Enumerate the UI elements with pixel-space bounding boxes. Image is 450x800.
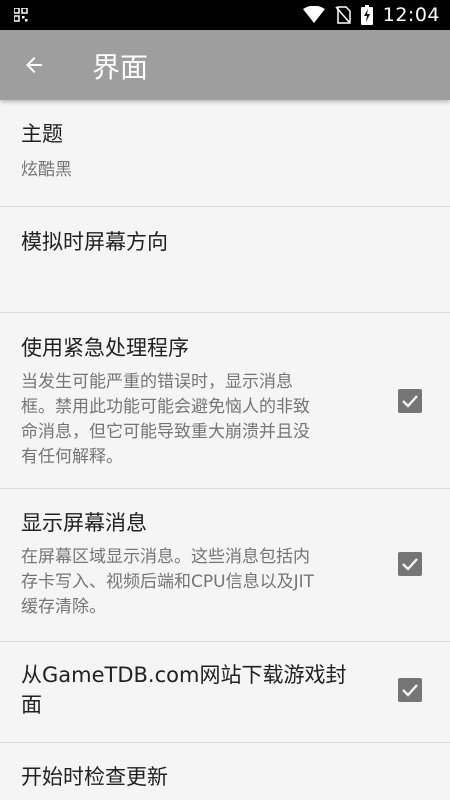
- setting-panic-handlers[interactable]: 使用紧急处理程序 当发生可能严重的错误时，显示消息 框。禁用此功能可能会避免恼人…: [0, 313, 450, 489]
- setting-title-line: 面: [21, 693, 42, 717]
- app-bar: 界面: [0, 30, 450, 100]
- setting-title-line: 从GameTDB.com网站下载游戏封: [21, 663, 347, 687]
- setting-screen-orientation[interactable]: 模拟时屏幕方向: [0, 207, 450, 313]
- checkbox-checked[interactable]: [398, 678, 422, 702]
- check-icon: [402, 558, 418, 571]
- checkbox-checked[interactable]: [398, 389, 422, 413]
- setting-check-updates[interactable]: 开始时检查更新: [0, 743, 450, 800]
- setting-summary-line: 框。禁用此功能可能会避免恼人的非致: [21, 397, 310, 417]
- setting-summary: 炫酷黑: [21, 160, 72, 180]
- setting-download-covers[interactable]: 从GameTDB.com网站下载游戏封 面: [0, 642, 450, 743]
- setting-title: 显示屏幕消息: [21, 511, 147, 535]
- check-icon: [402, 395, 418, 408]
- setting-title: 主题: [21, 122, 63, 146]
- battery-charging-icon: [360, 5, 373, 25]
- no-sim-icon: [335, 6, 351, 24]
- wifi-icon: [302, 6, 325, 23]
- page-title: 界面: [92, 51, 149, 84]
- setting-title: 模拟时屏幕方向: [21, 230, 168, 254]
- setting-summary-line: 当发生可能严重的错误时，显示消息: [21, 372, 293, 392]
- setting-theme[interactable]: 主题 炫酷黑: [0, 100, 450, 207]
- setting-onscreen-messages[interactable]: 显示屏幕消息 在屏幕区域显示消息。这些消息包括内 存卡写入、视频后端和CPU信息…: [0, 489, 450, 642]
- notification-grid-icon: [14, 8, 28, 22]
- clock: 12:04: [382, 4, 440, 26]
- checkbox-checked[interactable]: [398, 552, 422, 576]
- arrow-left-icon[interactable]: [22, 53, 46, 77]
- setting-summary-line: 在屏幕区域显示消息。这些消息包括内: [21, 547, 310, 567]
- settings-list: 主题 炫酷黑 模拟时屏幕方向 使用紧急处理程序 当发生可能严重的错误时，显示消息…: [0, 100, 450, 800]
- check-icon: [402, 684, 418, 697]
- setting-summary-line: 命消息，但它可能导致重大崩溃并且没: [21, 422, 310, 442]
- setting-summary-line: 有任何解释。: [21, 447, 123, 467]
- setting-summary-line: 存卡写入、视频后端和CPU信息以及JIT: [21, 572, 314, 592]
- setting-summary-line: 缓存清除。: [21, 597, 106, 617]
- setting-title: 使用紧急处理程序: [21, 336, 189, 360]
- status-bar: 12:04: [0, 0, 450, 30]
- setting-title: 开始时检查更新: [21, 765, 168, 789]
